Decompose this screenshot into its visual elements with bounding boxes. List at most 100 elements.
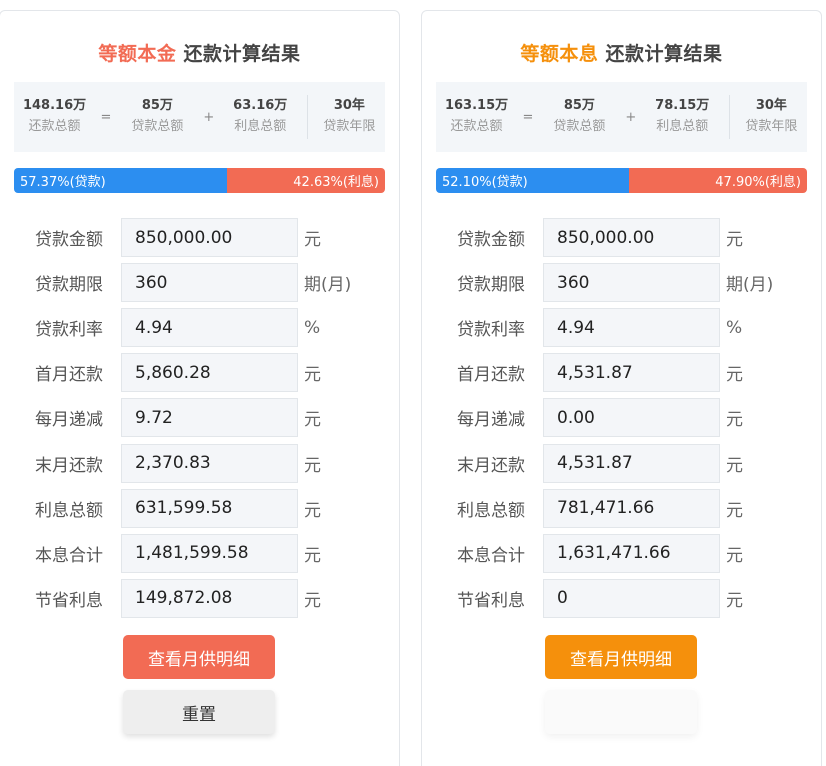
row-label: 贷款利率 — [35, 320, 103, 341]
row-unit: 元 — [304, 230, 321, 251]
row-label: 每月递减 — [457, 410, 525, 431]
summary-label: 贷款总额 — [553, 119, 606, 134]
result-row-last-month: 末月还款 4,531.87 元 — [422, 440, 821, 485]
row-unit: 元 — [726, 545, 743, 566]
row-label: 贷款金额 — [457, 230, 525, 251]
summary-loan-years: 30年 贷款年限 — [736, 96, 807, 138]
equal-principal-panel: 等额本金 还款计算结果 148.16万 还款总额 = 85万 贷款总额 + 63… — [0, 10, 400, 766]
row-unit: 元 — [304, 500, 321, 521]
row-unit: % — [726, 317, 743, 338]
summary-label: 贷款年限 — [745, 119, 798, 134]
title-rest: 还款计算结果 — [598, 43, 723, 65]
summary-total-repayment: 148.16万 还款总额 — [14, 96, 95, 138]
row-value: 0.00 — [543, 398, 720, 438]
summary-total-repayment: 163.15万 还款总额 — [436, 96, 517, 138]
summary-label: 利息总额 — [656, 119, 709, 134]
result-row-loan-term: 贷款期限 360 期(月) — [0, 260, 399, 305]
summary-loan-total: 85万 贷款总额 — [117, 96, 198, 138]
summary-value: 163.15万 — [444, 98, 509, 113]
summary-bar: 163.15万 还款总额 = 85万 贷款总额 + 78.15万 利息总额 30… — [436, 82, 807, 152]
faded-button-placeholder — [545, 690, 697, 734]
row-unit: 元 — [304, 455, 321, 476]
view-monthly-detail-button[interactable]: 查看月供明细 — [123, 635, 275, 679]
result-row-interest-rate: 贷款利率 4.94 % — [422, 305, 821, 350]
summary-label: 贷款总额 — [131, 119, 184, 134]
row-value: 4,531.87 — [543, 353, 720, 393]
summary-loan-total: 85万 贷款总额 — [539, 96, 620, 138]
summary-value: 148.16万 — [22, 98, 87, 113]
summary-divider — [306, 95, 308, 139]
result-rows: 贷款金额 850,000.00 元 贷款期限 360 期(月) 贷款利率 4.9… — [0, 215, 399, 621]
row-label: 末月还款 — [457, 455, 525, 476]
row-unit: 元 — [726, 455, 743, 476]
panel-title: 等额本金 还款计算结果 — [0, 39, 399, 66]
plus-sign: + — [203, 109, 215, 125]
summary-interest-total: 78.15万 利息总额 — [642, 96, 723, 138]
row-label: 节省利息 — [457, 590, 525, 611]
row-unit: 期(月) — [726, 275, 774, 296]
row-label: 利息总额 — [457, 500, 525, 521]
row-unit: 元 — [304, 545, 321, 566]
row-value: 4.94 — [543, 308, 720, 348]
result-rows: 贷款金额 850,000.00 元 贷款期限 360 期(月) 贷款利率 4.9… — [422, 215, 821, 621]
result-row-loan-amount: 贷款金额 850,000.00 元 — [422, 215, 821, 260]
plus-sign: + — [625, 109, 637, 125]
row-unit: 元 — [304, 365, 321, 386]
row-label: 本息合计 — [457, 545, 525, 566]
row-value: 2,370.83 — [121, 443, 298, 483]
row-label: 贷款利率 — [457, 320, 525, 341]
row-value: 1,481,599.58 — [121, 533, 298, 573]
row-value: 360 — [121, 263, 298, 303]
loan-ratio-segment: 52.10%(贷款) — [436, 168, 630, 193]
interest-ratio-segment: 42.63%(利息) — [226, 168, 385, 193]
result-row-monthly-decrease: 每月递减 9.72 元 — [0, 395, 399, 440]
summary-value: 30年 — [333, 98, 365, 113]
row-value: 5,860.28 — [121, 353, 298, 393]
summary-value: 85万 — [563, 98, 595, 113]
result-row-principal-interest-total: 本息合计 1,481,599.58 元 — [0, 531, 399, 576]
row-value: 360 — [543, 263, 720, 303]
view-monthly-detail-button[interactable]: 查看月供明细 — [545, 635, 697, 679]
result-row-interest-saved: 节省利息 0 元 — [422, 576, 821, 621]
summary-value: 63.16万 — [233, 98, 288, 113]
summary-label: 贷款年限 — [323, 119, 376, 134]
result-row-total-interest: 利息总额 631,599.58 元 — [0, 486, 399, 531]
row-label: 贷款期限 — [457, 275, 525, 296]
summary-value: 78.15万 — [655, 98, 710, 113]
row-label: 每月递减 — [35, 410, 103, 431]
summary-value: 30年 — [755, 98, 787, 113]
result-row-interest-rate: 贷款利率 4.94 % — [0, 305, 399, 350]
row-label: 利息总额 — [35, 500, 103, 521]
row-unit: % — [304, 317, 321, 338]
panel-title: 等额本息 还款计算结果 — [422, 39, 821, 66]
loan-ratio-segment: 57.37%(贷款) — [14, 168, 227, 193]
ratio-bar: 52.10%(贷款) 47.90%(利息) — [436, 168, 807, 193]
reset-button[interactable]: 重置 — [123, 690, 275, 734]
row-label: 首月还款 — [457, 365, 525, 386]
equals-sign: = — [100, 109, 112, 125]
result-row-principal-interest-total: 本息合计 1,631,471.66 元 — [422, 531, 821, 576]
summary-divider — [728, 95, 730, 139]
summary-interest-total: 63.16万 利息总额 — [220, 96, 301, 138]
result-row-total-interest: 利息总额 781,471.66 元 — [422, 486, 821, 531]
result-row-interest-saved: 节省利息 149,872.08 元 — [0, 576, 399, 621]
row-value: 149,872.08 — [121, 578, 298, 618]
summary-label: 还款总额 — [450, 119, 503, 134]
title-rest: 还款计算结果 — [176, 43, 301, 65]
ratio-bar: 57.37%(贷款) 42.63%(利息) — [14, 168, 385, 193]
summary-label: 利息总额 — [234, 119, 287, 134]
row-label: 贷款金额 — [35, 230, 103, 251]
row-unit: 元 — [304, 590, 321, 611]
row-unit: 期(月) — [304, 275, 352, 296]
row-unit: 元 — [726, 365, 743, 386]
row-label: 贷款期限 — [35, 275, 103, 296]
row-value: 0 — [543, 578, 720, 618]
row-unit: 元 — [726, 500, 743, 521]
equals-sign: = — [522, 109, 534, 125]
row-label: 本息合计 — [35, 545, 103, 566]
summary-bar: 148.16万 还款总额 = 85万 贷款总额 + 63.16万 利息总额 30… — [14, 82, 385, 152]
summary-value: 85万 — [141, 98, 173, 113]
row-unit: 元 — [726, 230, 743, 251]
row-unit: 元 — [304, 410, 321, 431]
row-value: 4.94 — [121, 308, 298, 348]
